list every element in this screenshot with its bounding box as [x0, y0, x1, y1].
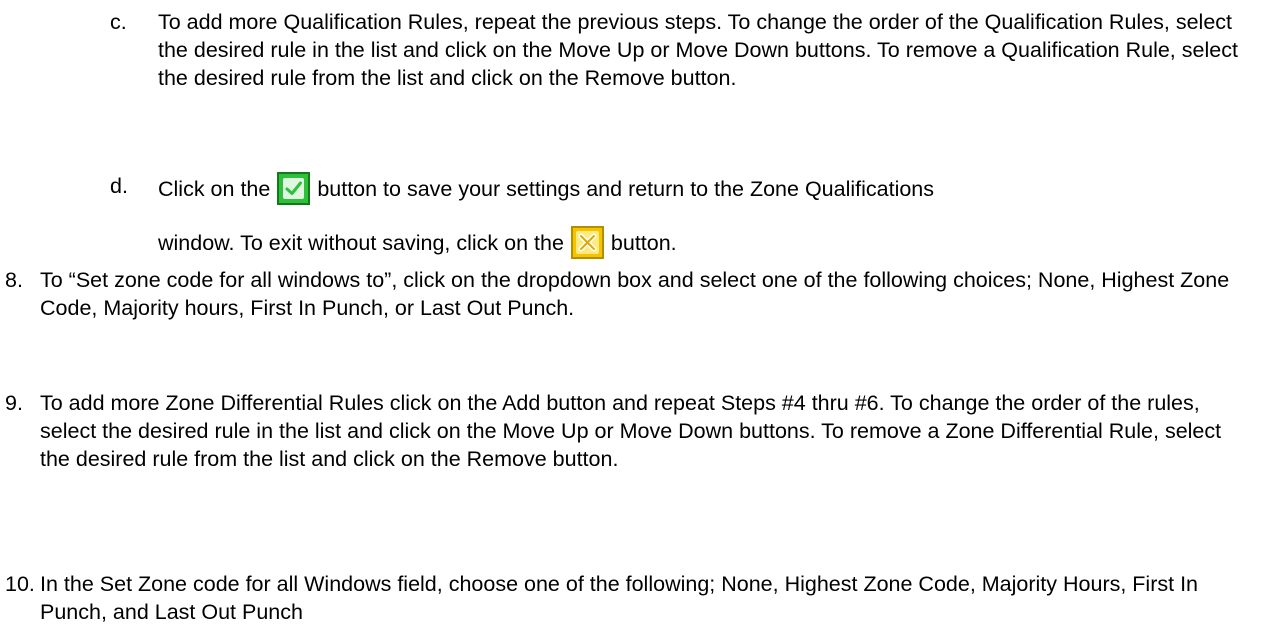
step-marker: c. — [110, 10, 127, 34]
step-marker: 8. — [5, 268, 23, 292]
step-text-part: window. To exit without saving, click on… — [158, 231, 564, 255]
step-text: To add more Zone Differential Rules clic… — [40, 391, 1222, 471]
step-text: In the Set Zone code for all Windows fie… — [40, 572, 1198, 624]
step-text: Click on the button to save your setting… — [158, 172, 1248, 259]
step-marker: d. — [110, 174, 128, 198]
step-text-part: button to save your settings and return … — [317, 177, 935, 201]
document-page: c. To add more Qualification Rules, repe… — [0, 0, 1266, 624]
checkmark-icon — [277, 172, 311, 205]
step-marker: 9. — [5, 391, 23, 415]
step-text: To “Set zone code for all windows to”, c… — [40, 268, 1230, 320]
step-text-part: button. — [610, 231, 677, 255]
step-text-part: Click on the — [158, 177, 271, 201]
step-text: To add more Qualification Rules, repeat … — [158, 10, 1238, 90]
x-icon — [570, 226, 604, 259]
step-marker: 10. — [5, 572, 35, 596]
